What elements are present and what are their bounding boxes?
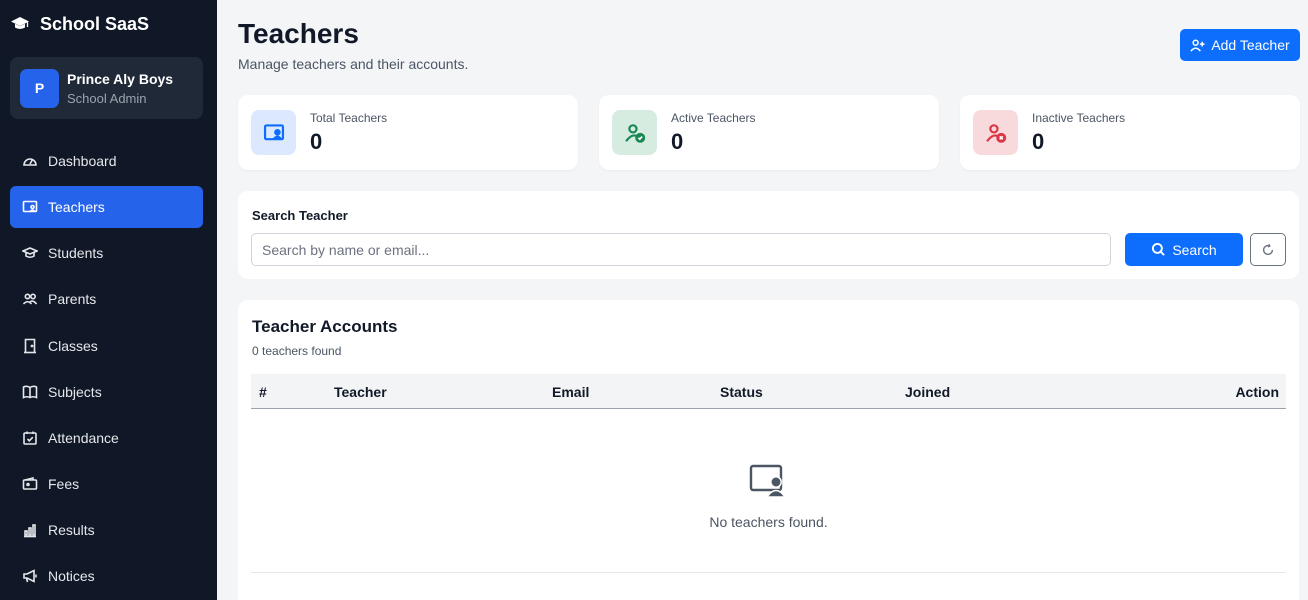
- empty-state-text: No teachers found.: [709, 514, 828, 530]
- sidebar: School SaaS P Prince Aly Boys School Adm…: [0, 0, 217, 600]
- column-header-index: #: [259, 384, 267, 400]
- avatar: P: [20, 68, 59, 108]
- search-button[interactable]: Search: [1125, 233, 1243, 266]
- column-header-joined: Joined: [905, 384, 951, 400]
- graduation-cap-icon: [11, 17, 29, 29]
- stat-label: Active Teachers: [671, 111, 756, 125]
- stat-card-total: Total Teachers 0: [238, 95, 578, 170]
- sidebar-item-dashboard[interactable]: Dashboard: [10, 140, 203, 182]
- megaphone-icon: [23, 569, 37, 583]
- sidebar-item-label: Teachers: [48, 199, 105, 215]
- mortarboard-icon: [22, 247, 38, 259]
- sidebar-item-label: Results: [48, 522, 95, 538]
- column-header-email: Email: [552, 384, 590, 400]
- sidebar-item-notices[interactable]: Notices: [10, 555, 203, 597]
- table-divider: [251, 572, 1286, 573]
- column-header-teacher: Teacher: [334, 384, 387, 400]
- sidebar-item-classes[interactable]: Classes: [10, 325, 203, 367]
- user-check-icon: [624, 123, 645, 143]
- brand[interactable]: School SaaS: [10, 12, 149, 36]
- search-input[interactable]: [251, 233, 1111, 266]
- table-title: Teacher Accounts: [252, 317, 398, 336]
- people-icon: [22, 293, 38, 305]
- page-subtitle: Manage teachers and their accounts.: [238, 56, 469, 72]
- sidebar-item-label: Notices: [48, 568, 95, 584]
- column-header-action: Action: [1235, 384, 1279, 400]
- search-title: Search Teacher: [252, 208, 348, 223]
- stat-value: 0: [671, 129, 684, 154]
- sidebar-item-label: Classes: [48, 338, 98, 354]
- user-plus-icon: [1190, 39, 1205, 52]
- search-button-label: Search: [1172, 241, 1217, 258]
- refresh-icon: [1262, 243, 1274, 255]
- teacher-accounts-card: Teacher Accounts 0 teachers found # Teac…: [238, 300, 1299, 600]
- app-name: School SaaS: [40, 13, 150, 34]
- sidebar-item-students[interactable]: Students: [10, 232, 203, 274]
- profile-role: School Admin: [67, 90, 147, 106]
- sidebar-item-subjects[interactable]: Subjects: [10, 371, 203, 413]
- sidebar-item-label: Attendance: [48, 430, 119, 446]
- sidebar-item-results[interactable]: Results: [10, 509, 203, 551]
- profile-name: Prince Aly Boys: [67, 70, 174, 87]
- door-icon: [24, 338, 36, 354]
- add-teacher-button[interactable]: Add Teacher: [1180, 29, 1300, 61]
- teacher-board-icon: [749, 464, 787, 498]
- stat-icon-box: [973, 110, 1018, 155]
- stat-card-active: Active Teachers 0: [599, 95, 939, 170]
- reset-button[interactable]: [1250, 233, 1286, 266]
- stat-icon-box: [251, 110, 296, 155]
- sidebar-item-fees[interactable]: Fees: [10, 463, 203, 505]
- stat-icon-box: [612, 110, 657, 155]
- stat-value: 0: [310, 129, 323, 154]
- stat-label: Inactive Teachers: [1032, 111, 1126, 125]
- stat-value: 0: [1032, 129, 1045, 154]
- user-x-icon: [985, 123, 1006, 143]
- sidebar-item-parents[interactable]: Parents: [10, 278, 203, 320]
- sidebar-item-label: Students: [48, 245, 104, 261]
- profile-card[interactable]: P Prince Aly Boys School Admin: [10, 57, 203, 119]
- column-header-status: Status: [720, 384, 763, 400]
- table-count: 0 teachers found: [252, 344, 342, 358]
- page-title: Teachers: [238, 18, 359, 49]
- sidebar-item-label: Subjects: [48, 384, 102, 400]
- table-header: # Teacher Email Status Joined Action: [251, 374, 1286, 409]
- gauge-icon: [23, 158, 37, 166]
- stat-label: Total Teachers: [310, 111, 388, 125]
- sidebar-item-label: Fees: [48, 476, 80, 492]
- book-icon: [22, 385, 38, 399]
- sidebar-item-label: Dashboard: [48, 153, 117, 169]
- calendar-check-icon: [23, 431, 37, 445]
- teacher-board-icon: [263, 123, 284, 140]
- bar-chart-icon: [24, 524, 36, 538]
- sidebar-item-label: Parents: [48, 291, 97, 307]
- sidebar-item-teachers[interactable]: Teachers: [10, 186, 203, 228]
- add-teacher-label: Add Teacher: [1211, 37, 1290, 53]
- search-card: Search Teacher Search: [238, 191, 1299, 279]
- stat-card-inactive: Inactive Teachers 0: [960, 95, 1300, 170]
- sidebar-item-attendance[interactable]: Attendance: [10, 417, 203, 459]
- search-icon: [1152, 242, 1166, 256]
- teacher-board-icon: [22, 200, 38, 213]
- wallet-icon: [22, 476, 38, 490]
